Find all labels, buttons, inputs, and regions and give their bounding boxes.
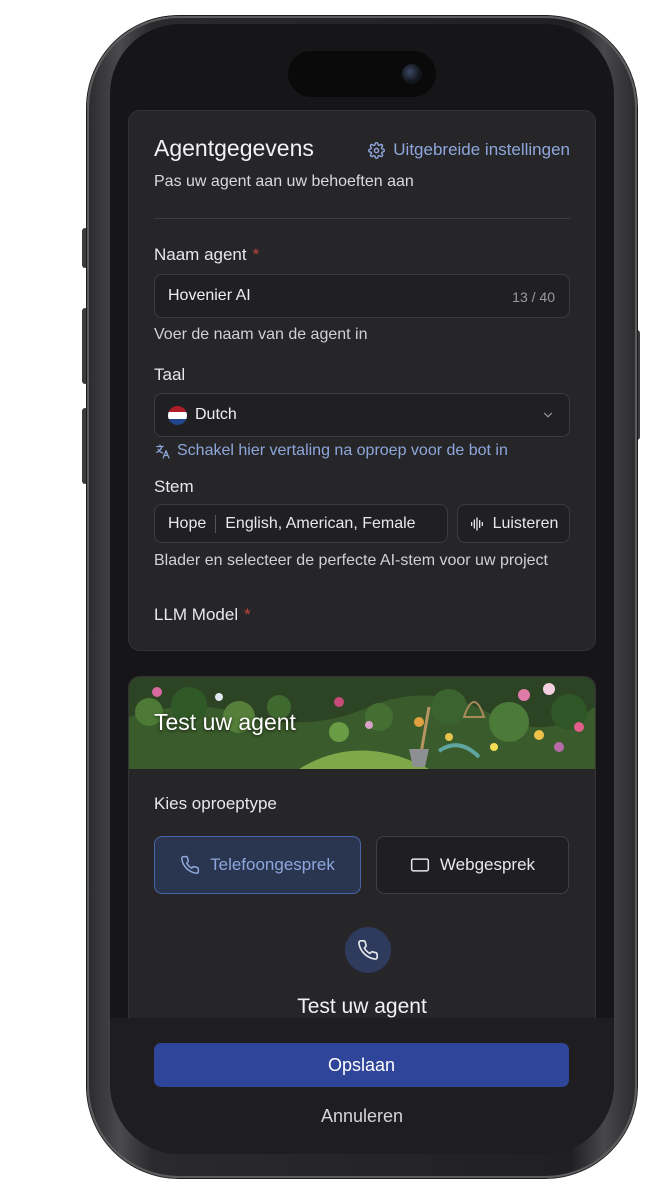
listen-label: Luisteren — [492, 514, 559, 532]
language-value: Dutch — [195, 406, 237, 423]
llm-model-label: LLM Model * — [154, 605, 251, 625]
advanced-settings-link[interactable]: Uitgebreide instellingen — [368, 140, 570, 160]
divider — [154, 218, 570, 219]
netherlands-flag-icon — [168, 406, 187, 425]
required-marker: * — [252, 245, 260, 264]
voice-label: Stem — [154, 477, 194, 496]
phone-call-label: Telefoongesprek — [210, 855, 335, 874]
voice-description: English, American, Female — [225, 514, 416, 532]
voice-separator — [215, 514, 217, 533]
test-agent-label: Test uw agent — [297, 995, 427, 1018]
voice-hint: Blader en selecteer de perfecte AI-stem … — [154, 552, 548, 569]
agent-details-card: Agentgegevens Uitgebreide instellingen P… — [128, 110, 596, 651]
garden-banner-image: Test uw agent — [129, 677, 595, 769]
front-camera — [402, 64, 422, 84]
phone-screen: Agentgegevens Uitgebreide instellingen P… — [110, 24, 614, 1154]
language-select[interactable]: Dutch — [154, 393, 570, 437]
agent-name-hint: Voer de naam van de agent in — [154, 326, 368, 343]
translation-link-label: Schakel hier vertaling na oproep voor de… — [177, 442, 508, 459]
agent-name-label-text: Naam agent — [154, 245, 247, 264]
test-agent-card: Test uw agent Kies oproeptype Telefoonge… — [128, 676, 596, 1056]
char-counter: 13 / 40 — [512, 289, 555, 305]
browser-window-icon — [410, 858, 430, 872]
llm-model-label-text: LLM Model — [154, 605, 239, 624]
section-title: Agentgegevens — [154, 135, 314, 161]
save-button[interactable]: Opslaan — [154, 1043, 569, 1087]
dynamic-island — [288, 51, 436, 97]
phone-icon — [358, 940, 378, 960]
call-type-label: Kies oproeptype — [154, 794, 277, 813]
audio-wave-icon — [470, 516, 483, 531]
advanced-settings-label: Uitgebreide instellingen — [393, 140, 570, 159]
agent-name-value: Hovenier AI — [168, 287, 251, 304]
voice-name: Hope — [168, 514, 207, 532]
required-marker: * — [244, 605, 251, 624]
listen-button[interactable]: Luisteren — [457, 504, 570, 543]
translate-icon — [156, 443, 170, 459]
start-call-button[interactable] — [345, 927, 391, 973]
gear-icon — [368, 141, 386, 159]
agent-name-label: Naam agent * — [154, 245, 259, 265]
section-subtitle: Pas uw agent aan uw behoeften aan — [154, 173, 414, 190]
translation-link[interactable]: Schakel hier vertaling na oproep voor de… — [154, 442, 508, 460]
voice-select[interactable]: Hope English, American, Female — [154, 504, 448, 543]
phone-call-option[interactable]: Telefoongesprek — [154, 836, 361, 894]
chevron-down-icon — [543, 412, 553, 418]
cancel-button[interactable]: Annuleren — [110, 1106, 614, 1127]
footer-bar: Opslaan Annuleren — [110, 1018, 614, 1154]
language-label: Taal — [154, 365, 186, 384]
banner-title: Test uw agent — [154, 709, 296, 735]
web-call-option[interactable]: Webgesprek — [376, 836, 569, 894]
phone-icon — [181, 855, 200, 874]
web-call-label: Webgesprek — [439, 855, 536, 874]
agent-name-input[interactable]: Hovenier AI 13 / 40 — [154, 274, 570, 318]
